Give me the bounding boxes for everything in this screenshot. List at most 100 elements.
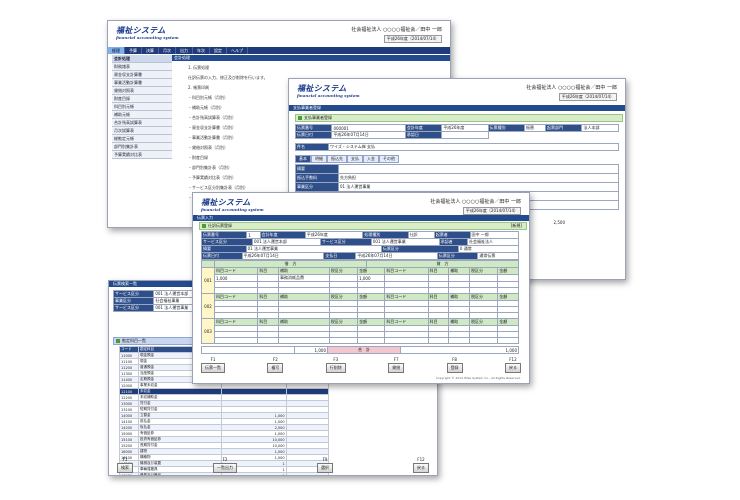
tab[interactable]: 入金 xyxy=(363,155,379,163)
grid-col-header: 補助 xyxy=(278,293,330,301)
mode-status: [新規] xyxy=(510,223,522,228)
row-label: 事業区分 xyxy=(295,182,339,192)
grid-cell[interactable] xyxy=(497,274,519,282)
grid-cell[interactable] xyxy=(213,337,259,344)
grid-cell[interactable] xyxy=(257,274,279,282)
nav-item[interactable]: ヘルプ xyxy=(227,47,248,54)
function-key-button[interactable]: 登録 xyxy=(446,363,463,373)
grid-cell[interactable] xyxy=(427,337,450,344)
nav-item[interactable]: 経理 xyxy=(108,47,125,54)
menu-item[interactable]: 部門別集計表 xyxy=(112,143,172,151)
menu-item[interactable]: 資金収支計算書 xyxy=(112,71,172,79)
field-input[interactable]: 通常伝票 xyxy=(477,252,519,260)
function-key[interactable]: F3 行削除 xyxy=(325,357,346,373)
function-key-button[interactable]: 行削除 xyxy=(325,363,346,373)
menu-item[interactable]: 合計残高試算表 xyxy=(112,119,172,127)
function-key[interactable]: F12 戻る xyxy=(413,457,429,473)
grid-cell[interactable]: 1,000 xyxy=(213,274,259,282)
function-key-button[interactable]: 選択 xyxy=(317,463,333,473)
function-key-button[interactable]: 複写 xyxy=(267,363,284,373)
function-key-code: F12 xyxy=(417,457,425,462)
account-code: 16400 xyxy=(119,472,139,475)
instruction-line: 2. 帳票印刷 xyxy=(188,85,210,90)
function-key[interactable]: F1 伝票一覧 xyxy=(201,357,225,373)
nav-item[interactable]: 出力 xyxy=(176,47,193,54)
field-input[interactable]: 平成26年07月14日 xyxy=(355,252,438,260)
grid-cell[interactable] xyxy=(278,337,330,344)
row-input[interactable] xyxy=(338,164,619,174)
function-key[interactable]: F1 検索 xyxy=(117,457,133,473)
tab[interactable]: 明細 xyxy=(311,155,327,163)
nav-item[interactable]: 年次 xyxy=(193,47,210,54)
function-key[interactable]: F12 戻る xyxy=(504,357,521,373)
function-key-button[interactable]: 一覧出力 xyxy=(213,463,237,473)
table-row[interactable]: 16400 器具及び備品 1 xyxy=(119,472,330,475)
menu-item[interactable]: 財産目録 xyxy=(112,95,172,103)
tab[interactable]: その他 xyxy=(379,155,399,163)
menu-item[interactable]: 補助元帳 xyxy=(112,111,172,119)
account-name: 器具及び備品 xyxy=(138,472,222,475)
app-logo: 福祉システム financial accounting system xyxy=(297,83,360,98)
row-input[interactable]: 01 法人運営事業 xyxy=(338,182,619,192)
field-input[interactable] xyxy=(441,131,489,139)
subject-input[interactable]: ワイズ・システム㈱ 支払 xyxy=(328,143,619,151)
nav-item[interactable]: 設定 xyxy=(210,47,227,54)
journal-grid: 001 科目コード 科目 補助 税区分 金額 科目コード 科目 補助 税区分 金額 1,000 事務消耗… xyxy=(201,267,519,344)
function-key-button[interactable]: 戻る xyxy=(413,463,429,473)
grid-cell[interactable] xyxy=(427,274,450,282)
function-key-button[interactable]: 検索 xyxy=(117,463,133,473)
function-key-button[interactable]: 伝票一覧 xyxy=(201,363,225,373)
grid-col-header: 金額 xyxy=(497,293,519,301)
menu-item[interactable]: 貸借対照表 xyxy=(112,87,172,95)
section-heading: 支払事業者登録 xyxy=(295,114,623,122)
menu-item[interactable]: 事業活動計算書 xyxy=(112,79,172,87)
grid-cell[interactable] xyxy=(257,337,279,344)
field-input[interactable]: 平成26年07月14日 xyxy=(241,252,325,260)
grid-cell[interactable] xyxy=(448,274,470,282)
grid-cell[interactable] xyxy=(357,337,386,344)
nav-item[interactable]: 決算 xyxy=(142,47,159,54)
subject-row: 件名 ワイズ・システム㈱ 支払 xyxy=(295,143,619,151)
grid-cell[interactable] xyxy=(384,274,429,282)
grid-cell[interactable] xyxy=(328,274,359,282)
grid-cell[interactable] xyxy=(468,337,499,344)
instruction-line: 1. 伝票処理 xyxy=(188,65,210,70)
menu-item[interactable]: 予算実績対比表 xyxy=(112,151,172,159)
grid-cell[interactable]: 1,000 xyxy=(357,274,386,282)
nav-item[interactable]: 予算 xyxy=(125,47,142,54)
function-key[interactable]: F2 一覧出力 xyxy=(213,457,237,473)
grid-cell[interactable] xyxy=(384,337,429,344)
nav-item[interactable]: 月次 xyxy=(159,47,176,54)
field-input[interactable]: 平成26年度 xyxy=(441,124,489,132)
menu-heading: 会計処理 xyxy=(112,55,172,63)
grid-cell[interactable] xyxy=(328,337,359,344)
grid-cell[interactable]: 事務消耗品費 xyxy=(278,274,330,282)
function-key-button[interactable]: 戻る xyxy=(504,363,521,373)
field-input[interactable]: 000001 xyxy=(331,124,406,132)
grid-cell[interactable] xyxy=(448,337,470,344)
tab[interactable]: 支払 xyxy=(347,155,363,163)
tab[interactable]: 振込先 xyxy=(327,155,347,163)
function-key-button[interactable]: 貸借 xyxy=(388,363,405,373)
field-input[interactable]: 平成26年07月14日 xyxy=(331,131,406,139)
grid-cell[interactable] xyxy=(497,337,519,344)
instruction-line: ・補助元帳（月別） xyxy=(188,105,224,110)
menu-item[interactable]: 財務諸表 xyxy=(112,63,172,71)
row-input[interactable]: 先方負担 xyxy=(338,173,619,183)
field-input[interactable]: 振替 xyxy=(523,124,547,132)
function-key[interactable]: F2 複写 xyxy=(267,357,284,373)
function-key[interactable]: F7 貸借 xyxy=(388,357,405,373)
function-key-code: F7 xyxy=(393,357,399,362)
tab[interactable]: 基本 xyxy=(295,155,311,163)
menu-item[interactable]: 科目別元帳 xyxy=(112,103,172,111)
window-header: 福祉システム financial accounting system 社会福祉法人… xyxy=(289,79,625,105)
field-input[interactable]: 法人本部 xyxy=(581,124,619,132)
function-key[interactable]: F9 選択 xyxy=(317,457,333,473)
instruction-line: ・財産目録 xyxy=(188,155,208,160)
grid-col-header: 補助 xyxy=(278,267,330,275)
menu-item[interactable]: 月次試算表 xyxy=(112,127,172,135)
grid-cell[interactable] xyxy=(468,274,499,282)
menu-item[interactable]: 総勘定元帳 xyxy=(112,135,172,143)
grid-col-header: 補助 xyxy=(448,318,470,326)
function-key[interactable]: F8 登録 xyxy=(446,357,463,373)
